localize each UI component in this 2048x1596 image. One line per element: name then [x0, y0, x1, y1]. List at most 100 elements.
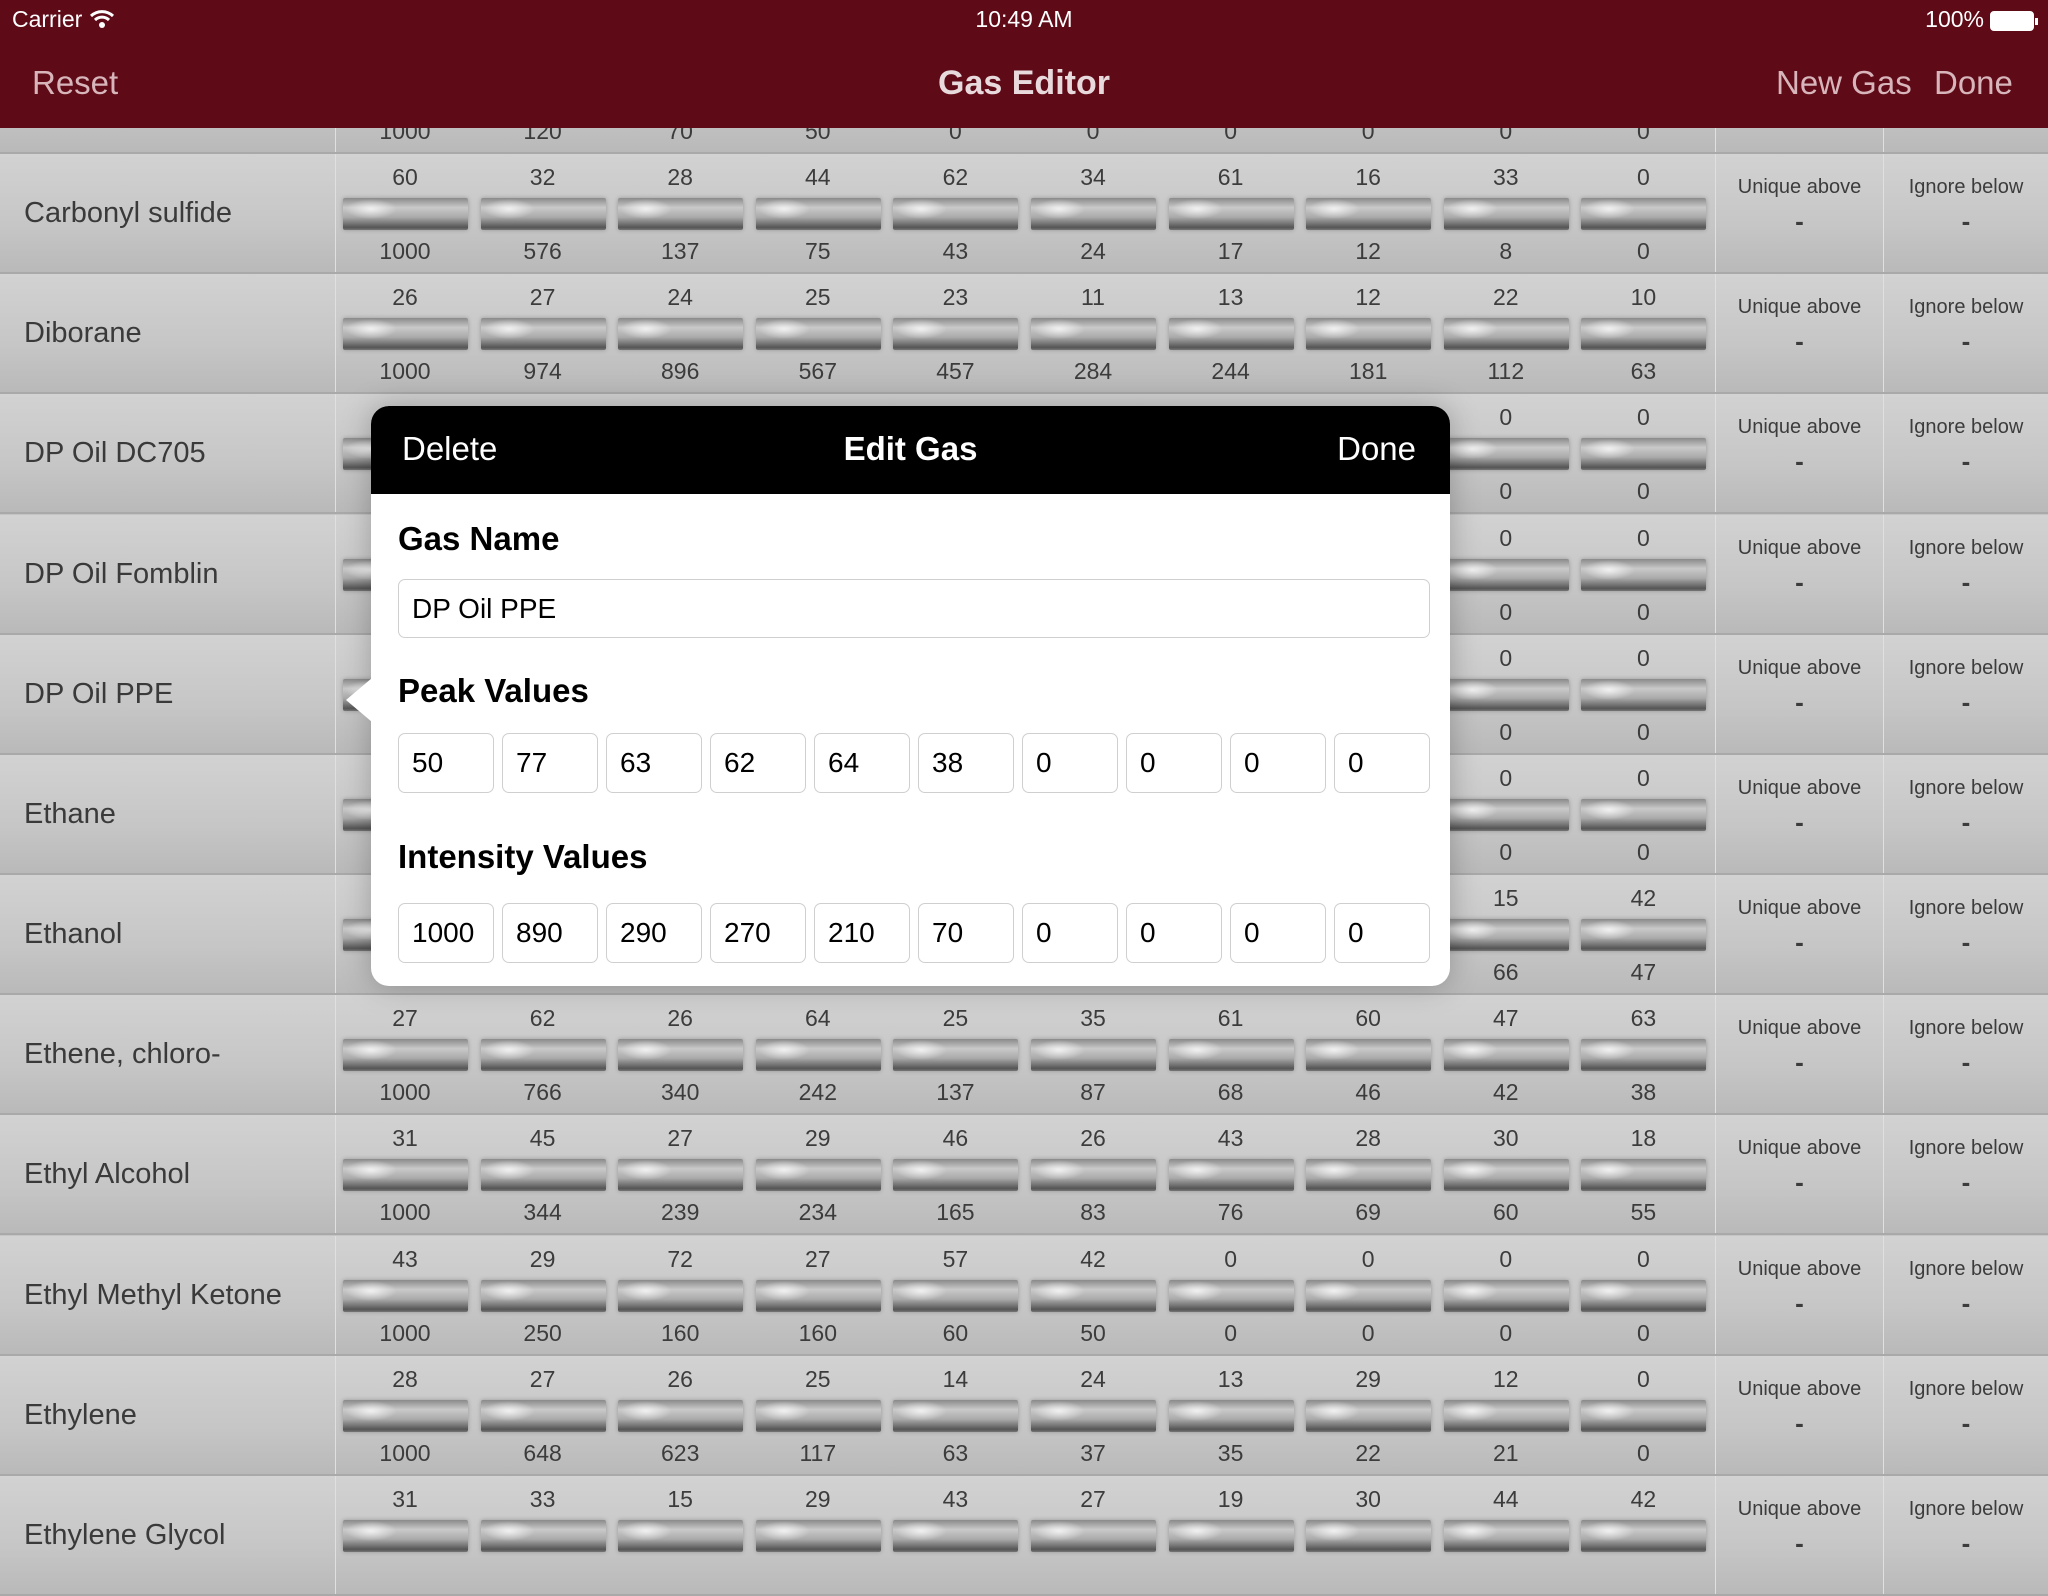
ignore-below-cell[interactable]: Ignore below - [1884, 274, 2048, 392]
ignore-below-cell[interactable]: Ignore below - [1884, 1476, 2048, 1594]
peak-value: 60 [392, 164, 418, 191]
unique-above-cell[interactable]: Unique above - [1716, 1476, 1883, 1594]
intensity-value: 8 [1499, 238, 1513, 265]
intensity-value: 55 [1630, 1199, 1657, 1226]
peak-value-input[interactable] [918, 733, 1014, 793]
peak-value: 63 [1630, 1005, 1657, 1032]
peak-value: 26 [667, 1005, 693, 1032]
intensity-value: 340 [661, 1079, 700, 1106]
peak-cell: 47 42 [1438, 995, 1574, 1113]
peak-value: 12 [1493, 1365, 1519, 1392]
unique-above-cell[interactable]: Unique above - [1716, 515, 1883, 633]
gas-name: Ethyl Alcohol [24, 1158, 191, 1191]
intensity-value-input[interactable] [918, 903, 1014, 963]
unique-above-label: Unique above [1737, 1497, 1862, 1520]
intensity-bar [1306, 1039, 1432, 1072]
unique-above-label: Unique above [1737, 776, 1862, 799]
new-gas-button[interactable]: New Gas [1776, 64, 1912, 102]
unique-above-cell[interactable]: Unique above - [1716, 1236, 1883, 1354]
unique-above-cell[interactable]: Unique above - [1716, 875, 1883, 993]
intensity-value-input[interactable] [1126, 903, 1222, 963]
unique-above-cell[interactable]: Unique above - [1716, 755, 1883, 873]
ignore-below-cell[interactable]: Ignore below - [1884, 515, 2048, 633]
peak-cell: 42 50 [1025, 1236, 1161, 1354]
unique-above-cell[interactable]: Unique above - [1716, 1356, 1883, 1474]
peak-value: 18 [1630, 1125, 1657, 1152]
peak-value-input[interactable] [606, 733, 702, 793]
ignore-below-cell[interactable]: Ignore below - [1884, 635, 2048, 753]
ignore-below-cell[interactable]: Ignore below - [1884, 154, 2048, 272]
peak-value: 29 [1355, 1365, 1381, 1392]
unique-above-cell[interactable]: Unique above - [1716, 995, 1883, 1113]
peak-value-input[interactable] [1334, 733, 1430, 793]
peak-cell: 13 35 [1163, 1356, 1299, 1474]
clock: 10:49 AM [975, 6, 1073, 32]
ignore-below-cell[interactable]: Ignore below - [1884, 1115, 2048, 1233]
intensity-value-input[interactable] [1230, 903, 1326, 963]
ignore-below-cell[interactable]: Ignore below - [1884, 755, 2048, 873]
divider [335, 634, 336, 753]
gas-row[interactable]: Carbonyl sulfide 60 1000 32 576 28 137 4… [0, 154, 2048, 275]
peak-value-input[interactable] [398, 733, 494, 793]
gas-name-input[interactable] [398, 579, 1430, 638]
reset-button[interactable]: Reset [32, 64, 118, 102]
ignore-below-value: - [1961, 927, 1971, 958]
peak-value: 31 [392, 1485, 418, 1512]
intensity-value-input[interactable] [710, 903, 806, 963]
peak-cell: 42 47 [1575, 875, 1711, 993]
peak-value-input[interactable] [710, 733, 806, 793]
gas-row[interactable]: Ethyl Methyl Ketone 43 1000 29 250 72 16… [0, 1235, 2048, 1356]
peak-value-input[interactable] [502, 733, 598, 793]
peak-cell: 0 0 [1575, 635, 1711, 753]
intensity-bar [480, 1399, 606, 1432]
intensity-value-input[interactable] [814, 903, 910, 963]
intensity-value-input[interactable] [398, 903, 494, 963]
divider [335, 1355, 336, 1474]
peak-value: 30 [1493, 1125, 1519, 1152]
intensity-value: 66 [1493, 959, 1519, 986]
peak-cell: 11 284 [1025, 274, 1161, 392]
intensity-value: 0 [1636, 1319, 1650, 1346]
unique-above-cell[interactable]: Unique above - [1716, 154, 1883, 272]
peak-value: 25 [805, 284, 831, 311]
peak-value-input[interactable] [1126, 733, 1222, 793]
peak-value: 42 [1080, 1245, 1106, 1272]
peak-value-input[interactable] [1022, 733, 1118, 793]
peak-cell: 29 22 [1300, 1356, 1436, 1474]
gas-row[interactable]: Ethene, chloro- 27 1000 62 766 26 340 64… [0, 995, 2048, 1116]
peak-cell: 26 83 [1025, 1115, 1161, 1233]
intensity-value-input[interactable] [502, 903, 598, 963]
ignore-below-cell[interactable]: Ignore below - [1884, 875, 2048, 993]
intensity-bar [1031, 1159, 1156, 1192]
unique-above-cell[interactable]: Unique above - [1716, 274, 1883, 392]
gas-row[interactable]: Diborane 26 1000 27 974 24 896 25 567 23… [0, 274, 2048, 395]
intensity-value: 766 [523, 1079, 562, 1106]
peak-value: 47 [1493, 1005, 1519, 1032]
peak-cell: 10 63 [1575, 274, 1711, 392]
peak-value: 30 [1355, 1485, 1381, 1512]
ignore-below-label: Ignore below [1908, 296, 2024, 319]
peak-cell: 29 250 [475, 1236, 611, 1354]
unique-above-cell[interactable]: Unique above - [1716, 635, 1883, 753]
ignore-below-cell[interactable]: Ignore below - [1884, 1236, 2048, 1354]
peak-value-input[interactable] [814, 733, 910, 793]
popover-done-button[interactable]: Done [1337, 430, 1416, 468]
intensity-bar [618, 1039, 744, 1072]
unique-above-value: - [1795, 1407, 1804, 1438]
gas-row[interactable]: Ethyl Alcohol 31 1000 45 344 27 239 29 2… [0, 1115, 2048, 1236]
ignore-below-cell[interactable]: Ignore below - [1884, 394, 2048, 512]
done-button[interactable]: Done [1934, 64, 2013, 102]
unique-above-value: - [1795, 566, 1804, 597]
intensity-value-input[interactable] [606, 903, 702, 963]
intensity-value: 0 [1499, 1319, 1513, 1346]
intensity-value-input[interactable] [1334, 903, 1430, 963]
ignore-below-cell[interactable]: Ignore below - [1884, 995, 2048, 1113]
delete-button[interactable]: Delete [402, 430, 497, 468]
unique-above-cell[interactable]: Unique above - [1716, 394, 1883, 512]
ignore-below-cell[interactable]: Ignore below - [1884, 1356, 2048, 1474]
intensity-value: 181 [1349, 358, 1388, 385]
gas-row[interactable]: Ethylene 28 1000 27 648 26 623 25 117 14… [0, 1355, 2048, 1476]
unique-above-cell[interactable]: Unique above - [1716, 1115, 1883, 1233]
peak-value-input[interactable] [1230, 733, 1326, 793]
intensity-value-input[interactable] [1022, 903, 1118, 963]
